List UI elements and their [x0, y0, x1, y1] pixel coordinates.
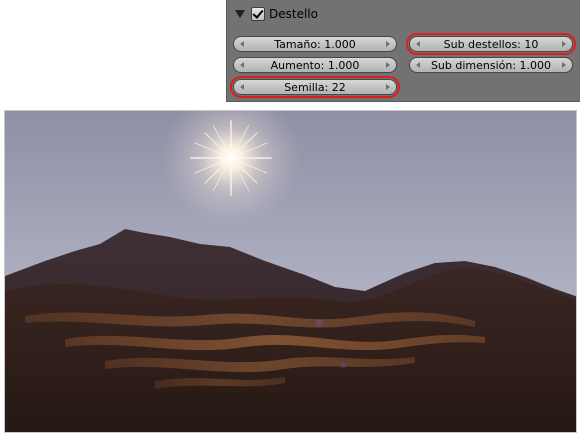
increment-arrow-icon[interactable] [562, 62, 566, 68]
decrement-arrow-icon[interactable] [416, 62, 420, 68]
sub-dimension-field[interactable]: Sub dimensión: 1.000 [409, 57, 573, 73]
panel-header[interactable]: Destello [235, 5, 318, 23]
decrement-arrow-icon[interactable] [240, 41, 244, 47]
render-preview [4, 110, 577, 433]
collapse-triangle-icon[interactable] [235, 10, 245, 18]
desert-render-image [5, 111, 576, 432]
boost-label: Aumento: 1.000 [270, 58, 360, 72]
increment-arrow-icon[interactable] [386, 62, 390, 68]
enable-checkbox[interactable] [251, 7, 265, 21]
sub-dimension-label: Sub dimensión: 1.000 [430, 58, 552, 72]
boost-field[interactable]: Aumento: 1.000 [233, 57, 397, 73]
increment-arrow-icon[interactable] [386, 41, 390, 47]
size-field[interactable]: Tamaño: 1.000 [233, 36, 397, 52]
panel-title: Destello [269, 7, 318, 21]
decrement-arrow-icon[interactable] [240, 62, 244, 68]
glare-panel: Destello Tamaño: 1.000 Aumento: 1.000 Se… [226, 0, 580, 102]
size-label: Tamaño: 1.000 [274, 37, 356, 51]
highlight-sub-flares [406, 33, 576, 55]
highlight-seed [230, 76, 400, 98]
